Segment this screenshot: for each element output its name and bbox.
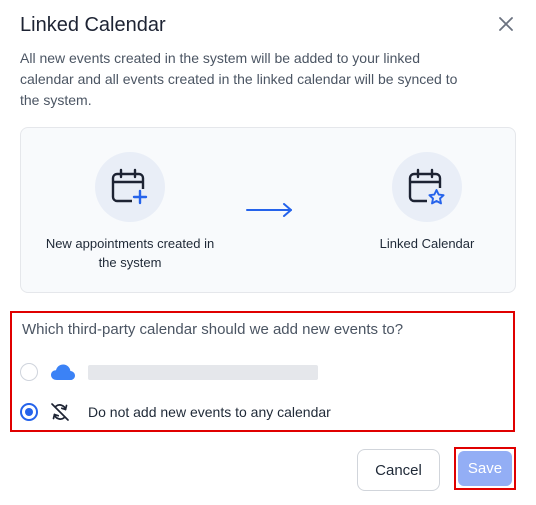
calendar-option-label: Do not add new events to any calendar: [88, 404, 331, 420]
sync-flow-card: New appointments created in the system L…: [20, 127, 516, 293]
arrow-right-icon: [246, 203, 292, 217]
source-node: New appointments created in the system: [39, 152, 221, 272]
source-label: New appointments created in the system: [45, 236, 215, 270]
calendar-option-none[interactable]: Do not add new events to any calendar: [12, 397, 513, 427]
cancel-button[interactable]: Cancel: [357, 449, 440, 491]
calendar-question: Which third-party calendar should we add…: [22, 321, 404, 338]
target-icon-circle: [392, 152, 462, 222]
save-button[interactable]: Save: [458, 451, 512, 486]
target-node: Linked Calendar: [362, 152, 492, 253]
calendar-star-icon: [408, 168, 446, 206]
target-label: Linked Calendar: [379, 236, 475, 251]
calendar-option-radio-selected[interactable]: [20, 403, 38, 421]
cloud-icon: [50, 363, 76, 381]
close-icon: [499, 17, 513, 31]
calendar-choice-section: Which third-party calendar should we add…: [10, 311, 515, 432]
calendar-plus-icon: [111, 168, 148, 205]
save-button-highlight: Save: [454, 447, 516, 490]
dialog-description: All new events created in the system wil…: [20, 50, 458, 108]
calendar-name-placeholder: [88, 365, 318, 380]
sync-off-icon: [50, 402, 70, 422]
dialog-title: Linked Calendar: [20, 14, 166, 36]
source-icon-circle: [95, 152, 165, 222]
close-button[interactable]: [492, 10, 520, 38]
calendar-option-radio[interactable]: [20, 363, 38, 381]
calendar-option-icloud[interactable]: [12, 357, 513, 387]
